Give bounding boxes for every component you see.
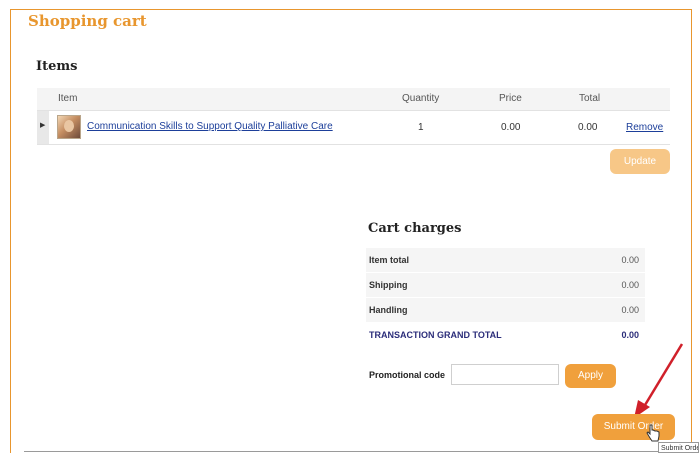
column-header-item: Item [58, 93, 78, 104]
charge-value: 0.00 [621, 255, 639, 265]
grand-total-value: 0.00 [621, 330, 639, 340]
remove-link[interactable]: Remove [626, 122, 663, 133]
row-expander[interactable]: ▶ [37, 111, 49, 144]
item-total: 0.00 [578, 122, 598, 133]
charge-value: 0.00 [621, 305, 639, 315]
expand-arrow-icon: ▶ [40, 122, 46, 129]
update-button[interactable]: Update [610, 149, 670, 174]
charge-row-grand-total: TRANSACTION GRAND TOTAL 0.00 [366, 323, 645, 348]
annotation-arrow-icon [634, 343, 684, 418]
apply-button[interactable]: Apply [565, 364, 616, 388]
items-table-header: Item Quantity Price Total [37, 88, 670, 111]
cart-charges-heading: Cart charges [368, 221, 462, 236]
column-header-quantity: Quantity [402, 93, 440, 104]
charge-row-item-total: Item total 0.00 [366, 248, 645, 273]
charge-label: Handling [369, 305, 408, 315]
item-link[interactable]: Communication Skills to Support Quality … [87, 121, 333, 132]
grand-total-label: TRANSACTION GRAND TOTAL [369, 330, 502, 340]
cart-charges-table: Item total 0.00 Shipping 0.00 Handling 0… [366, 248, 645, 348]
charge-row-handling: Handling 0.00 [366, 298, 645, 323]
column-header-price: Price [499, 93, 522, 104]
items-heading: Items [36, 59, 78, 74]
promo-code-label: Promotional code [369, 370, 446, 380]
item-price: 0.00 [501, 122, 521, 133]
page-title: Shopping cart [28, 12, 147, 30]
charge-label: Item total [369, 255, 410, 265]
course-thumbnail [57, 115, 81, 139]
charge-value: 0.00 [621, 280, 639, 290]
submit-order-button[interactable]: Submit Order [592, 414, 675, 440]
charge-row-shipping: Shipping 0.00 [366, 273, 645, 298]
submit-tooltip: Submit Order [658, 442, 699, 453]
hand-cursor-icon [646, 424, 660, 442]
table-row: ▶ Communication Skills to Support Qualit… [37, 111, 670, 145]
footer-divider [24, 451, 686, 452]
charge-label: Shipping [369, 280, 408, 290]
promo-code-input[interactable] [451, 364, 559, 385]
item-quantity: 1 [418, 122, 424, 133]
column-header-total: Total [579, 93, 601, 104]
